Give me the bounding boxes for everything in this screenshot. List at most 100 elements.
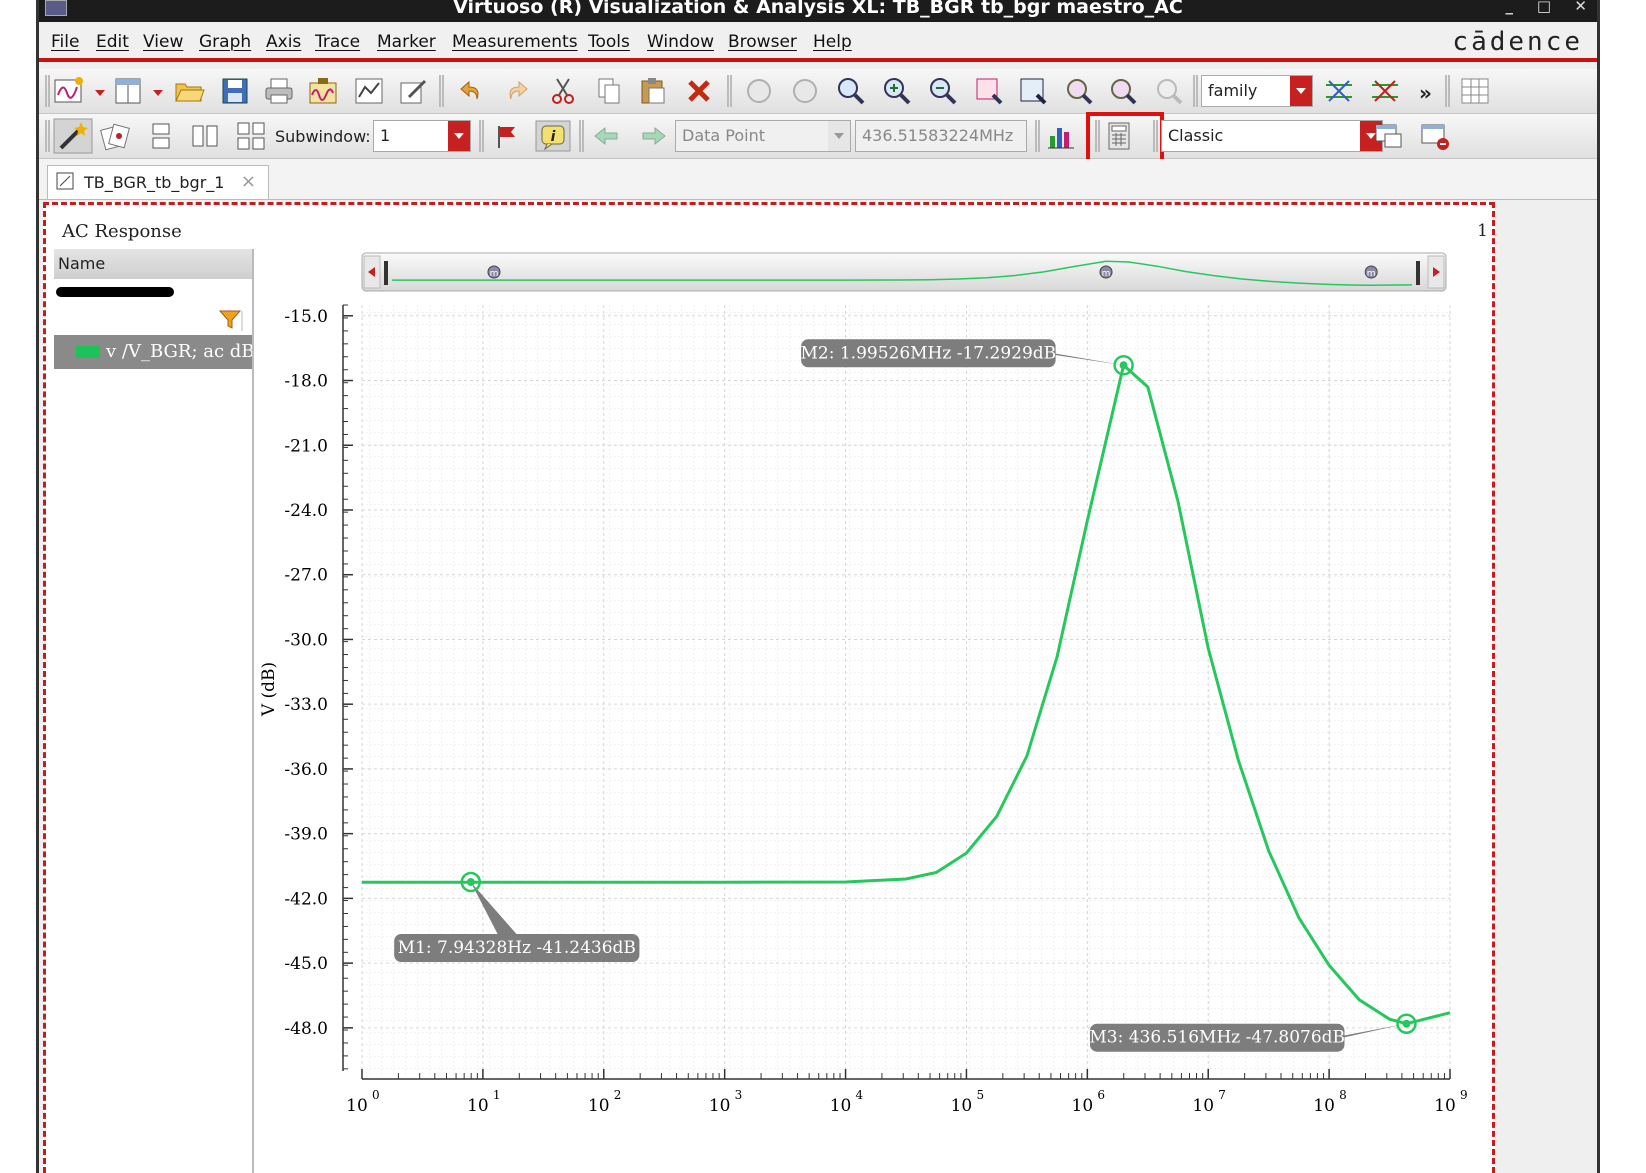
subwindow-select[interactable]: 1 — [373, 120, 471, 152]
graph-toolbar: Subwindow: 1 i Data Point 436.51583224MH… — [39, 112, 1597, 164]
toolbar-grip[interactable] — [1445, 75, 1450, 107]
open-folder-icon[interactable] — [173, 75, 205, 107]
tab-bar: TB_BGR_tb_bgr_1 × — [39, 159, 1597, 200]
menu-tools[interactable]: Tools — [588, 32, 630, 52]
toolbar-overflow-button[interactable]: » — [1419, 81, 1432, 105]
delete-icon[interactable] — [683, 75, 715, 107]
remove-window-icon[interactable] — [1419, 120, 1451, 152]
cards-icon[interactable] — [99, 120, 131, 152]
marker-point[interactable] — [1119, 361, 1128, 370]
maximize-button[interactable]: □ — [1537, 0, 1551, 14]
zoom-x-icon[interactable] — [973, 75, 1005, 107]
x-tick-label-base: 10 — [1192, 1096, 1214, 1116]
close-window-button[interactable]: ✕ — [1574, 0, 1587, 14]
menu-file[interactable]: File — [51, 32, 79, 52]
x-tick-label-exponent: 6 — [1097, 1088, 1105, 1102]
menu-bar: File Edit View Graph Axis Trace Marker M… — [39, 24, 1597, 62]
copy-icon[interactable] — [593, 75, 625, 107]
menu-axis[interactable]: Axis — [266, 32, 301, 52]
zoom-y-icon[interactable] — [1063, 75, 1095, 107]
stack-columns-icon[interactable] — [189, 120, 221, 152]
marker-point[interactable] — [1402, 1019, 1411, 1028]
edit-icon[interactable] — [397, 75, 429, 107]
toolbar-grip[interactable] — [579, 120, 584, 152]
grid-view-icon[interactable] — [1459, 75, 1491, 107]
swap-traces-icon[interactable] — [1323, 75, 1355, 107]
toolbar-grip[interactable] — [45, 75, 50, 107]
zoom-box-icon[interactable] — [1017, 75, 1049, 107]
menu-view[interactable]: View — [143, 32, 183, 52]
zoom-out-icon[interactable] — [927, 75, 959, 107]
menu-window[interactable]: Window — [647, 32, 714, 52]
dropdown-arrow-icon[interactable] — [91, 75, 109, 107]
previous-point-icon[interactable] — [591, 120, 623, 152]
chevron-down-icon[interactable] — [828, 121, 850, 151]
chevron-down-icon[interactable] — [448, 121, 470, 151]
y-tick-label: -18.0 — [284, 372, 328, 392]
flag-icon[interactable] — [491, 120, 523, 152]
zoom-xy-icon[interactable] — [1107, 75, 1139, 107]
cross-traces-icon[interactable] — [1369, 75, 1401, 107]
x-tick-label-exponent: 0 — [372, 1088, 380, 1102]
chart-area[interactable]: m m m -15.0 -18.0 -21.0 -24.0 -27.0 -30.0 -33.0 -… — [46, 205, 1492, 1173]
menu-measurements[interactable]: Measurements — [452, 32, 578, 52]
bar-chart-icon[interactable] — [1045, 120, 1077, 152]
window-list-icon[interactable] — [1373, 120, 1405, 152]
menu-trace[interactable]: Trace — [315, 32, 360, 52]
family-select[interactable]: family — [1201, 75, 1313, 107]
data-point-select[interactable]: Data Point — [675, 120, 851, 152]
save-icon[interactable] — [219, 75, 251, 107]
menu-edit[interactable]: Edit — [96, 32, 129, 52]
toolbar-grip[interactable] — [1153, 120, 1158, 152]
y-axis-label: V (dB) — [259, 662, 279, 717]
menu-help[interactable]: Help — [813, 32, 852, 52]
redo-icon[interactable] — [501, 75, 533, 107]
toolbar-grip[interactable] — [479, 120, 484, 152]
new-window-icon[interactable] — [53, 75, 85, 107]
waveform-icon[interactable] — [307, 75, 339, 107]
menu-browser[interactable]: Browser — [728, 32, 797, 52]
magic-wand-icon[interactable] — [53, 118, 93, 154]
app-icon[interactable] — [45, 0, 67, 16]
dropdown-arrow-icon[interactable] — [149, 75, 167, 107]
stack-rows-icon[interactable] — [145, 120, 177, 152]
next-point-icon[interactable] — [637, 120, 669, 152]
zoom-in-icon[interactable] — [881, 75, 913, 107]
x-tick-label-base: 10 — [1434, 1096, 1456, 1116]
chevron-down-icon[interactable] — [1290, 76, 1312, 106]
overview-strip[interactable]: mmm — [361, 252, 1447, 292]
toolbar-grip[interactable] — [1193, 75, 1198, 107]
marker-point[interactable] — [466, 878, 475, 887]
new-subwindow-icon[interactable] — [113, 75, 145, 107]
zoom-disabled-icon[interactable] — [1153, 75, 1185, 107]
undo-icon[interactable] — [455, 75, 487, 107]
overview-right-handle[interactable] — [1416, 261, 1420, 285]
menu-graph[interactable]: Graph — [199, 32, 251, 52]
x-tick-label-exponent: 5 — [976, 1088, 984, 1102]
toolbar-grip[interactable] — [439, 75, 444, 107]
paste-icon[interactable] — [637, 75, 669, 107]
zoom-next-icon[interactable] — [789, 75, 821, 107]
toolbar-grip[interactable] — [45, 120, 50, 152]
print-icon[interactable] — [263, 75, 295, 107]
zoom-fit-icon[interactable] — [835, 75, 867, 107]
x-tick-label-base: 10 — [346, 1096, 368, 1116]
graph-subwindow[interactable]: AC Response 1 Name v /V_BGR; ac dB20 — [43, 202, 1495, 1173]
overview-marker-label: m — [1102, 269, 1111, 279]
cut-icon[interactable] — [547, 75, 579, 107]
frequency-field[interactable]: 436.51583224MHz — [855, 120, 1027, 152]
style-select[interactable]: Classic — [1161, 120, 1383, 152]
toolbar-grip[interactable] — [727, 75, 732, 107]
tab-tb-bgr[interactable]: TB_BGR_tb_bgr_1 × — [47, 165, 269, 199]
cadence-logo: cādence — [1452, 27, 1583, 57]
calculator-graph-icon[interactable] — [353, 75, 385, 107]
overview-left-handle[interactable] — [384, 261, 388, 285]
zoom-previous-icon[interactable] — [743, 75, 775, 107]
toolbar-grip[interactable] — [1035, 120, 1040, 152]
tile-grid-icon[interactable] — [235, 120, 267, 152]
tab-close-icon[interactable]: × — [241, 171, 256, 192]
minimize-button[interactable]: _ — [1506, 0, 1514, 14]
info-icon[interactable]: i — [535, 120, 571, 152]
y-tick-label: -21.0 — [284, 436, 328, 456]
menu-marker[interactable]: Marker — [377, 32, 436, 52]
